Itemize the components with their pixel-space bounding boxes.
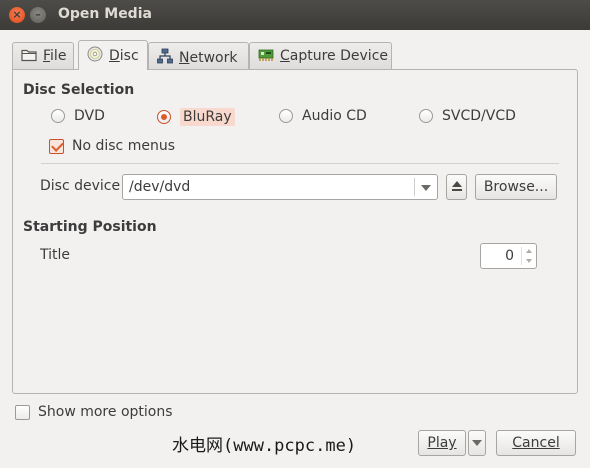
play-options-dropdown[interactable] bbox=[468, 430, 486, 456]
tab-file-label: ile bbox=[50, 48, 67, 64]
disc-panel: Disc Selection DVD BluRay Audio CD SVCD/… bbox=[12, 69, 578, 394]
window-title: Open Media bbox=[58, 6, 152, 22]
radio-svcd-vcd-label: SVCD/VCD bbox=[442, 108, 516, 124]
folder-icon bbox=[21, 49, 37, 62]
tab-disc[interactable]: Disc bbox=[78, 40, 148, 70]
section-divider bbox=[41, 163, 559, 164]
capture-card-icon bbox=[258, 49, 274, 61]
tab-file[interactable]: File bbox=[12, 42, 74, 70]
radio-audio-cd-indicator[interactable] bbox=[279, 109, 293, 123]
play-label: Play bbox=[427, 435, 457, 451]
radio-svcd-vcd[interactable]: SVCD/VCD bbox=[419, 108, 516, 124]
show-more-options-checkbox[interactable]: Show more options bbox=[15, 404, 173, 420]
show-more-options-label: Show more options bbox=[38, 404, 173, 420]
chevron-down-icon bbox=[472, 440, 482, 446]
tab-capture-mnemonic: C bbox=[280, 48, 290, 64]
show-more-options-check[interactable] bbox=[15, 404, 30, 420]
open-media-dialog: × – Open Media File Disc Network Capture… bbox=[0, 0, 590, 468]
close-icon: × bbox=[12, 8, 22, 21]
tab-capture-label: apture Device bbox=[289, 48, 388, 64]
title-spinbox[interactable]: 0 bbox=[480, 243, 537, 269]
browse-button[interactable]: Browse... bbox=[475, 174, 557, 200]
tab-file-mnemonic: F bbox=[43, 48, 51, 64]
eject-button[interactable] bbox=[446, 174, 467, 200]
tab-disc-mnemonic: D bbox=[109, 48, 120, 64]
spinbox-divider bbox=[521, 247, 522, 265]
spin-up-icon[interactable] bbox=[526, 249, 532, 253]
radio-dvd[interactable]: DVD bbox=[51, 108, 105, 124]
radio-bluray[interactable]: BluRay bbox=[157, 108, 235, 126]
network-icon bbox=[157, 48, 173, 64]
chevron-down-icon[interactable] bbox=[421, 185, 431, 191]
minimize-icon: – bbox=[35, 8, 41, 21]
disc-device-value[interactable]: /dev/dvd bbox=[129, 179, 190, 195]
watermark-text: 水电网(www.pcpc.me) bbox=[172, 436, 357, 456]
eject-icon bbox=[452, 181, 462, 187]
no-disc-menus-label: No disc menus bbox=[72, 138, 175, 154]
cancel-button[interactable]: Cancel bbox=[496, 430, 576, 456]
radio-dvd-label: DVD bbox=[74, 108, 105, 124]
radio-bluray-label: BluRay bbox=[180, 108, 235, 126]
disc-device-label: Disc device bbox=[40, 178, 121, 194]
radio-bluray-indicator[interactable] bbox=[157, 110, 171, 124]
tab-network-mnemonic: N bbox=[179, 50, 190, 66]
disc-icon bbox=[87, 46, 103, 62]
eject-icon-bar bbox=[452, 189, 462, 191]
no-disc-menus-checkbox[interactable]: No disc menus bbox=[49, 138, 175, 154]
title-spinbox-value[interactable]: 0 bbox=[505, 248, 514, 264]
radio-audio-cd[interactable]: Audio CD bbox=[279, 108, 367, 124]
close-window-button[interactable]: × bbox=[9, 7, 25, 23]
tab-disc-label: isc bbox=[119, 48, 139, 64]
disc-device-combobox[interactable]: /dev/dvd bbox=[122, 174, 438, 200]
minimize-window-button[interactable]: – bbox=[30, 7, 46, 23]
tab-network-label: etwork bbox=[189, 50, 238, 66]
title-label: Title bbox=[40, 247, 71, 263]
spin-down-icon[interactable] bbox=[526, 259, 532, 263]
combo-divider bbox=[414, 178, 415, 196]
no-disc-menus-check[interactable] bbox=[49, 138, 64, 154]
cancel-label: Cancel bbox=[512, 435, 560, 451]
tab-capture-device[interactable]: Capture Device bbox=[249, 42, 392, 70]
tab-network[interactable]: Network bbox=[148, 42, 249, 70]
radio-dvd-indicator[interactable] bbox=[51, 109, 65, 123]
radio-svcd-vcd-indicator[interactable] bbox=[419, 109, 433, 123]
disc-selection-heading: Disc Selection bbox=[23, 82, 135, 98]
starting-position-heading: Starting Position bbox=[23, 219, 157, 235]
title-bar: × – Open Media bbox=[0, 0, 590, 30]
play-button[interactable]: Play bbox=[418, 430, 466, 456]
radio-audio-cd-label: Audio CD bbox=[302, 108, 367, 124]
